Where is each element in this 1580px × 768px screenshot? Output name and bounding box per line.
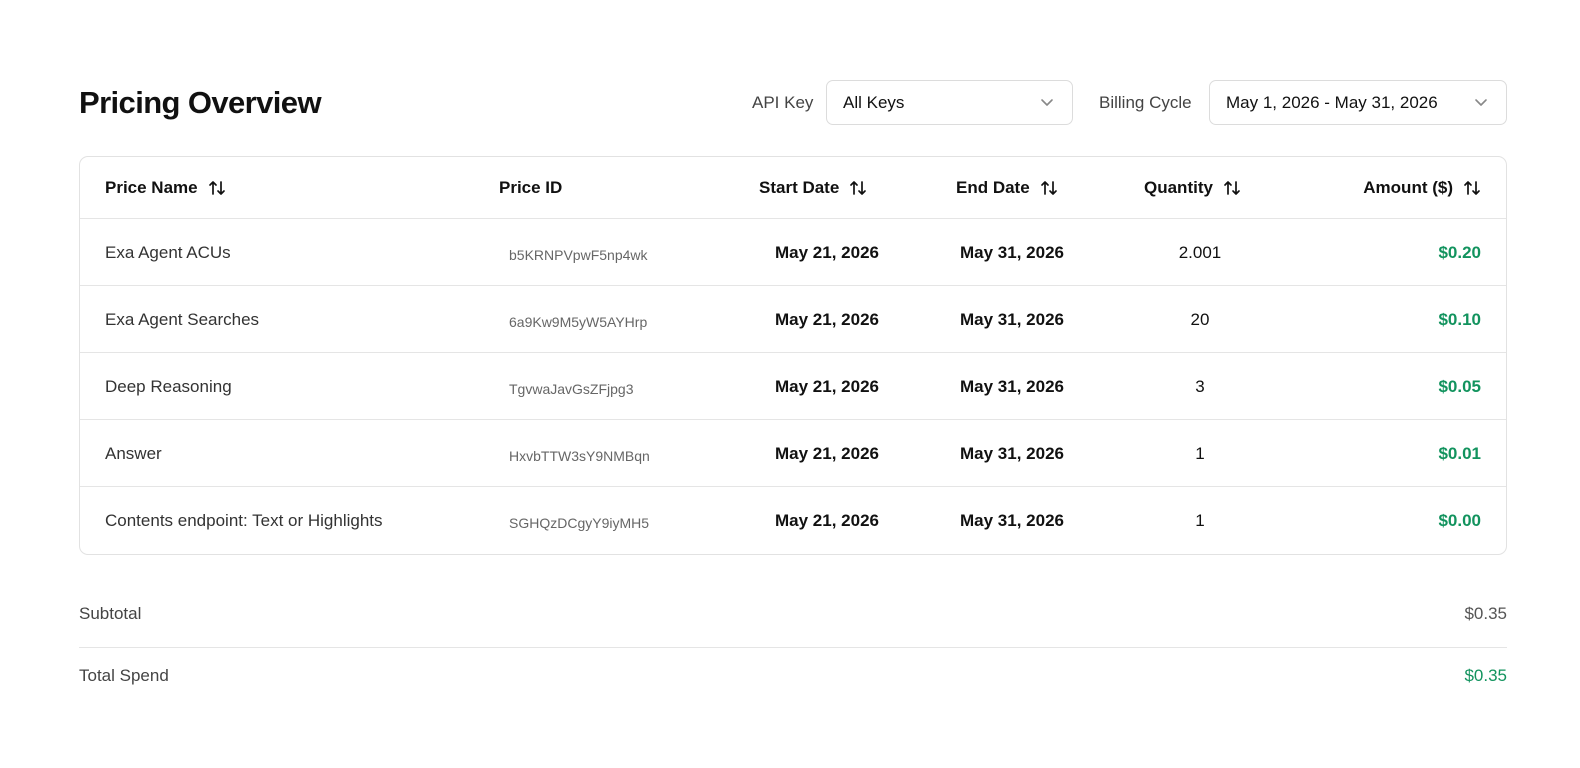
column-label: End Date [956,178,1030,197]
table-header: Price Name Price ID Start Date End Date [80,157,1506,219]
column-quantity[interactable]: Quantity [1144,177,1241,199]
column-price-name[interactable]: Price Name [105,177,226,199]
end-date-cell: May 31, 2026 [960,377,1064,396]
quantity-cell: 3 [1195,377,1205,396]
table-row: Exa Agent Searches 6a9Kw9M5yW5AYHrp May … [80,286,1506,353]
amount-cell: $0.20 [1438,243,1481,262]
column-label: Start Date [759,178,840,197]
amount-cell: $0.05 [1438,377,1481,396]
page-title: Pricing Overview [79,85,322,120]
billing-cycle-value: May 1, 2026 - May 31, 2026 [1226,93,1438,112]
price-id-cell: b5KRNPVpwF5np4wk [509,247,648,263]
price-name-cell: Exa Agent Searches [105,310,260,329]
price-name-cell: Answer [105,444,162,463]
total-spend-label: Total Spend [79,666,169,685]
column-label: Price Name [105,178,198,197]
column-end-date[interactable]: End Date [956,177,1058,199]
start-date-cell: May 21, 2026 [775,377,879,396]
price-id-cell: HxvbTTW3sY9NMBqn [509,448,650,464]
end-date-cell: May 31, 2026 [960,243,1064,262]
price-id-cell: 6a9Kw9M5yW5AYHrp [509,314,648,330]
amount-cell: $0.00 [1438,511,1481,530]
quantity-cell: 1 [1195,444,1205,463]
start-date-cell: May 21, 2026 [775,444,879,463]
billing-cycle-label: Billing Cycle [1099,93,1192,112]
price-id-cell: SGHQzDCgyY9iyMH5 [509,515,650,531]
amount-cell: $0.01 [1438,444,1481,463]
subtotal-row: Subtotal $0.35 [79,598,1507,648]
quantity-cell: 2.001 [1178,243,1222,262]
sort-arrows-icon[interactable] [208,179,226,197]
column-start-date[interactable]: Start Date [759,177,867,199]
start-date-cell: May 21, 2026 [775,243,879,262]
api-key-label: API Key [752,93,814,112]
total-spend-value: $0.35 [1464,666,1507,685]
sort-arrows-icon[interactable] [1463,179,1481,197]
api-key-select[interactable]: All Keys [826,80,1073,125]
sort-arrows-icon[interactable] [1040,179,1058,197]
table-row: Contents endpoint: Text or Highlights SG… [80,487,1506,554]
page-header: Pricing Overview API Key All Keys Billin… [79,80,1507,126]
chevron-down-icon [1041,99,1053,106]
amount-cell: $0.10 [1438,310,1481,329]
column-label: Amount ($) [1363,178,1453,197]
table-row: Answer HxvbTTW3sY9NMBqn May 21, 2026 May… [80,420,1506,487]
pricing-table: Price Name Price ID Start Date End Date [79,156,1507,555]
price-id-cell: TgvwaJavGsZFjpg3 [509,381,634,397]
subtotal-value: $0.35 [1464,604,1507,623]
column-amount[interactable]: Amount ($) [1363,177,1481,199]
table-row: Deep Reasoning TgvwaJavGsZFjpg3 May 21, … [80,353,1506,420]
quantity-cell: 1 [1195,511,1205,530]
sort-arrows-icon[interactable] [1223,179,1241,197]
end-date-cell: May 31, 2026 [960,444,1064,463]
quantity-cell: 20 [1190,310,1210,329]
api-key-value: All Keys [843,93,905,112]
price-name-cell: Deep Reasoning [105,377,232,396]
chevron-down-icon [1475,99,1487,106]
end-date-cell: May 31, 2026 [960,310,1064,329]
table-row: Exa Agent ACUs b5KRNPVpwF5np4wk May 21, … [80,219,1506,286]
subtotal-label: Subtotal [79,604,142,623]
start-date-cell: May 21, 2026 [775,310,879,329]
column-label: Price ID [499,178,563,197]
column-label: Quantity [1144,178,1213,197]
billing-cycle-select[interactable]: May 1, 2026 - May 31, 2026 [1209,80,1507,125]
sort-arrows-icon[interactable] [849,179,867,197]
price-name-cell: Exa Agent ACUs [105,243,231,262]
end-date-cell: May 31, 2026 [960,511,1064,530]
price-name-cell: Contents endpoint: Text or Highlights [105,511,383,530]
total-spend-row: Total Spend $0.35 [79,660,1507,700]
column-price-id: Price ID [499,177,562,199]
start-date-cell: May 21, 2026 [775,511,879,530]
